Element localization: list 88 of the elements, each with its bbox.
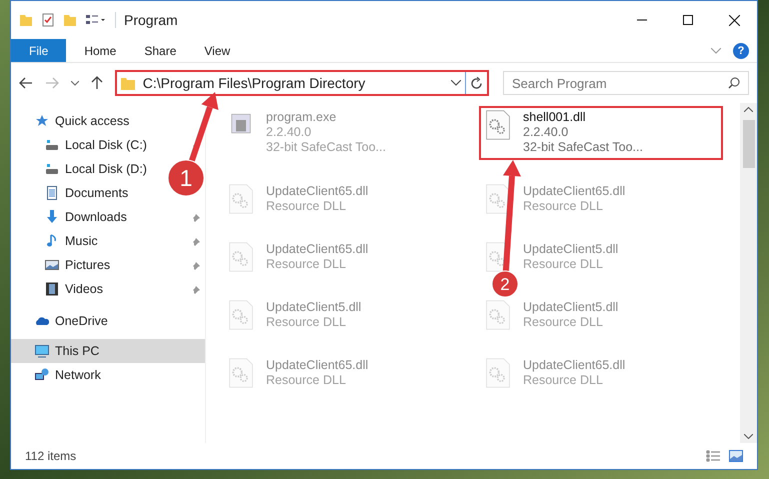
large-icons-view-icon[interactable] bbox=[729, 450, 743, 462]
pin-icon[interactable] bbox=[192, 260, 201, 270]
address-path: C:\Program Files\Program Directory bbox=[142, 74, 366, 93]
file-name: UpdateClient5.dll bbox=[266, 300, 362, 315]
file-detail: Resource DLL bbox=[266, 373, 347, 388]
file-name: UpdateClient65.dll bbox=[523, 358, 626, 373]
gear-file-icon bbox=[226, 358, 256, 388]
ribbon-tab[interactable]: Home bbox=[70, 39, 130, 62]
help-button[interactable]: ? bbox=[733, 42, 749, 58]
properties-icon[interactable] bbox=[41, 13, 55, 27]
customize-toolbar-icon[interactable] bbox=[85, 14, 107, 26]
file-detail: Resource DLL bbox=[266, 257, 347, 272]
file-detail: Resource DLL bbox=[523, 199, 604, 214]
drive-icon bbox=[45, 162, 59, 176]
ribbon-tab[interactable]: File bbox=[11, 39, 66, 62]
pin-icon[interactable] bbox=[192, 236, 201, 246]
file-detail: Resource DLL bbox=[523, 257, 604, 272]
file-detail: 32-bit SafeCast Too... bbox=[523, 140, 643, 155]
item-count: 112 items bbox=[25, 448, 76, 465]
star-icon bbox=[35, 114, 49, 128]
music-note-icon bbox=[45, 234, 59, 248]
up-arrow-icon[interactable] bbox=[90, 76, 103, 90]
scroll-up-icon[interactable] bbox=[744, 107, 753, 112]
file-item[interactable]: shell001.dll 2.2.40.0 32-bit SafeCast Too... bbox=[483, 110, 719, 156]
sidebar-item[interactable]: OneDrive bbox=[11, 309, 114, 333]
file-detail: 2.2.40.0 bbox=[266, 125, 312, 140]
search-field[interactable]: Search Program bbox=[503, 71, 750, 95]
step-number-badge: 1 bbox=[168, 160, 204, 196]
maximize-icon bbox=[683, 15, 693, 25]
gear-file-icon bbox=[226, 242, 256, 272]
gear-file-icon bbox=[226, 300, 256, 330]
file-detail: Resource DLL bbox=[266, 199, 347, 214]
sidebar-item[interactable]: Quick access bbox=[11, 109, 136, 133]
search-icon[interactable] bbox=[728, 77, 740, 89]
dropdown-icon[interactable] bbox=[70, 80, 79, 86]
down-arrow-icon bbox=[45, 210, 59, 224]
file-name: UpdateClient5.dll bbox=[523, 242, 618, 257]
picture-icon bbox=[45, 258, 59, 272]
monitor-icon bbox=[35, 344, 49, 358]
drive-icon bbox=[45, 138, 59, 152]
sidebar-item[interactable]: Network bbox=[11, 363, 107, 387]
film-icon bbox=[45, 282, 59, 296]
forward-arrow-icon[interactable] bbox=[44, 77, 59, 89]
sidebar-item[interactable]: Downloads bbox=[11, 205, 205, 229]
sidebar-item[interactable]: Local Disk (D:) bbox=[11, 157, 153, 181]
step-number-badge: 2 bbox=[492, 270, 518, 298]
folder-icon bbox=[120, 76, 135, 90]
pin-icon[interactable] bbox=[192, 284, 201, 294]
back-arrow-icon[interactable] bbox=[19, 77, 33, 89]
document-icon bbox=[45, 186, 59, 200]
file-name: UpdateClient65.dll bbox=[266, 184, 368, 199]
details-view-icon[interactable] bbox=[706, 450, 721, 462]
refresh-icon[interactable] bbox=[470, 76, 484, 90]
gear-file-icon bbox=[483, 358, 513, 388]
sidebar-item[interactable]: Videos bbox=[11, 277, 205, 301]
file-detail: 2.2.40.0 bbox=[523, 125, 570, 140]
scroll-down-icon[interactable] bbox=[744, 434, 753, 439]
dropdown-icon[interactable] bbox=[451, 80, 462, 86]
sidebar-item[interactable]: Documents bbox=[11, 181, 134, 205]
ribbon-tab[interactable]: View bbox=[190, 39, 244, 62]
annotation-arrow bbox=[188, 92, 218, 162]
ribbon-tab[interactable]: Share bbox=[130, 39, 190, 62]
file-name: UpdateClient65.dll bbox=[266, 242, 368, 257]
close-icon bbox=[728, 14, 740, 26]
gear-file-icon bbox=[483, 300, 513, 330]
file-name: UpdateClient5.dll bbox=[523, 300, 618, 315]
gear-file-icon bbox=[483, 110, 513, 140]
file-name: UpdateClient65.dll bbox=[523, 184, 626, 199]
pin-icon[interactable] bbox=[192, 212, 201, 222]
file-detail: Resource DLL bbox=[523, 373, 604, 388]
gear-file-icon bbox=[226, 184, 256, 214]
sidebar-item[interactable]: Music bbox=[11, 229, 205, 253]
scrollbar[interactable] bbox=[740, 103, 757, 443]
file-name: shell001.dll bbox=[523, 110, 587, 125]
sidebar-item[interactable]: Pictures bbox=[11, 253, 205, 277]
network-icon bbox=[35, 368, 49, 382]
sidebar-item[interactable]: This PC bbox=[11, 339, 205, 363]
window-title: Program bbox=[124, 10, 178, 30]
minimize-icon bbox=[637, 19, 647, 21]
file-detail: Resource DLL bbox=[523, 315, 604, 330]
scrollbar-thumb[interactable] bbox=[742, 120, 754, 168]
chevron-down-icon[interactable] bbox=[711, 48, 721, 54]
file-detail: 32-bit SafeCast Too... bbox=[266, 140, 386, 155]
file-detail: Resource DLL bbox=[266, 315, 347, 330]
file-name: program.exe bbox=[266, 110, 338, 125]
address-bar[interactable]: C:\Program Files\Program Directory bbox=[114, 70, 490, 96]
file-name: UpdateClient65.dll bbox=[266, 358, 368, 373]
sidebar-item[interactable]: Local Disk (C:) bbox=[11, 133, 205, 157]
